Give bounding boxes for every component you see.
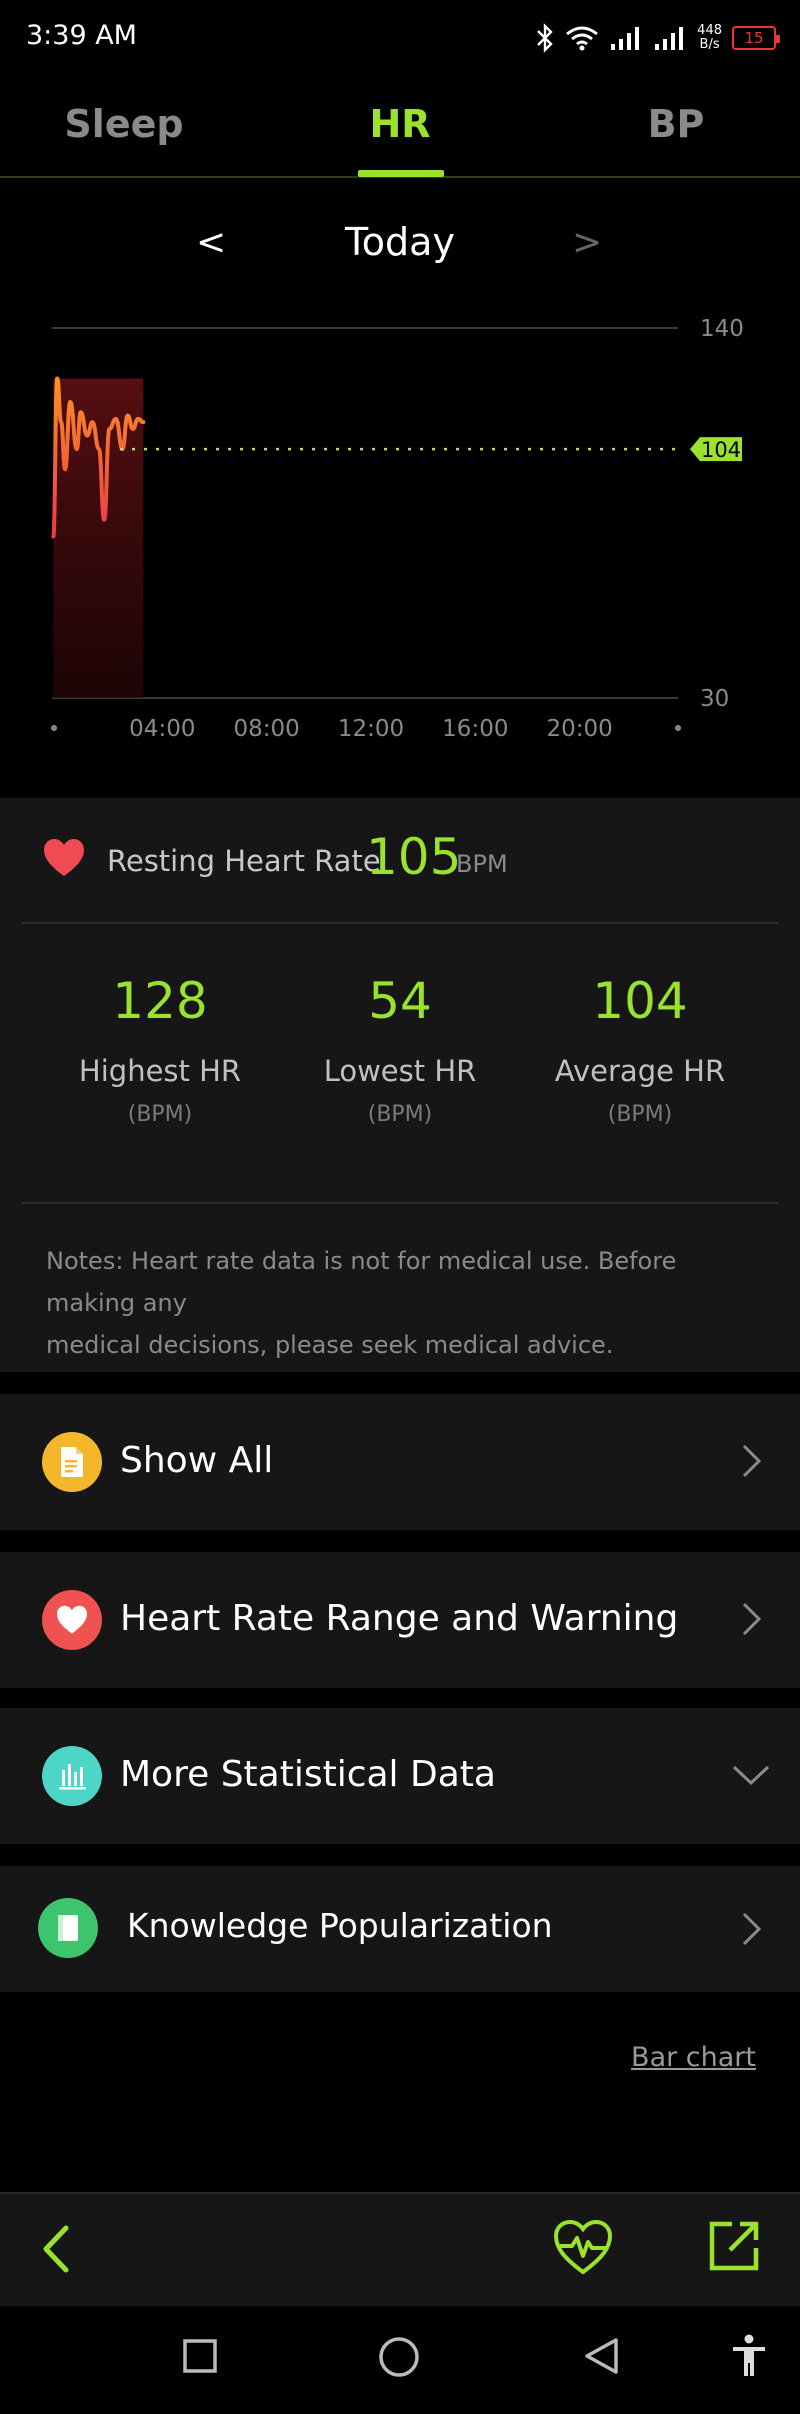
medical-notes: Notes: Heart rate data is not for medica… bbox=[46, 1240, 766, 1366]
average-reference-label: 104 bbox=[701, 438, 741, 462]
battery-icon: 15 bbox=[732, 26, 780, 50]
home-icon[interactable] bbox=[378, 2336, 420, 2378]
hr-summary-panel: Resting Heart Rate 105 BPM 128 Highest H… bbox=[0, 798, 800, 1372]
x-tick-label: 16:00 bbox=[442, 716, 508, 742]
chevron-right-icon bbox=[742, 1602, 762, 1636]
heart-icon bbox=[44, 839, 84, 876]
net-speed-unit: B/s bbox=[699, 37, 720, 52]
recent-apps-icon[interactable] bbox=[182, 2338, 218, 2374]
stat-average-hr: 104 Average HR (BPM) bbox=[520, 968, 760, 1127]
resting-hr-unit: BPM bbox=[456, 850, 508, 878]
system-navigation-bar bbox=[0, 2306, 800, 2414]
book-icon bbox=[38, 1898, 98, 1958]
net-speed: 448 B/s bbox=[697, 24, 722, 52]
bar-stats-icon bbox=[42, 1746, 102, 1806]
knowledge-popularization-row[interactable]: Knowledge Popularization bbox=[0, 1866, 800, 1992]
stat-value: 128 bbox=[112, 972, 208, 1030]
y-tick-label: 30 bbox=[700, 686, 729, 712]
share-export-icon[interactable] bbox=[706, 2218, 762, 2274]
row-title: Show All bbox=[120, 1440, 274, 1481]
bottom-action-bar bbox=[0, 2192, 800, 2306]
bluetooth-icon bbox=[537, 23, 553, 53]
bar-chart-link[interactable]: Bar chart bbox=[631, 2042, 756, 2073]
stat-unit: (BPM) bbox=[127, 1102, 193, 1127]
tab-active-indicator bbox=[358, 170, 444, 177]
resting-hr-value: 105 bbox=[366, 828, 462, 886]
notes-line: medical decisions, please seek medical a… bbox=[46, 1331, 614, 1359]
tab-bp[interactable]: BP bbox=[576, 102, 776, 146]
status-bar: 3:39 AM 448 B/s 15 bbox=[0, 0, 800, 80]
chevron-right-icon bbox=[742, 1444, 762, 1478]
tab-sleep[interactable]: Sleep bbox=[24, 102, 224, 146]
stat-highest-hr: 128 Highest HR (BPM) bbox=[40, 968, 280, 1127]
signal-icon-2 bbox=[655, 27, 684, 50]
chevron-right-icon bbox=[742, 1912, 762, 1946]
notes-line: Notes: Heart rate data is not for medica… bbox=[46, 1247, 677, 1317]
stat-lowest-hr: 54 Lowest HR (BPM) bbox=[280, 968, 520, 1127]
heart-pulse-icon[interactable] bbox=[552, 2218, 614, 2278]
net-speed-value: 448 bbox=[697, 23, 722, 38]
more-statistical-data-row[interactable]: More Statistical Data bbox=[0, 1708, 800, 1844]
y-tick-label: 140 bbox=[700, 316, 744, 342]
back-arrow-icon[interactable] bbox=[36, 2222, 76, 2276]
stat-value: 54 bbox=[368, 972, 432, 1030]
divider bbox=[22, 922, 778, 924]
status-time: 3:39 AM bbox=[26, 20, 137, 51]
heart-rate-range-row[interactable]: Heart Rate Range and Warning bbox=[0, 1552, 800, 1688]
resting-heart-rate: Resting Heart Rate 105 BPM bbox=[0, 798, 800, 922]
row-title: Knowledge Popularization bbox=[127, 1906, 553, 1945]
signal-icon bbox=[611, 27, 640, 50]
hr-stats: 128 Highest HR (BPM) 54 Lowest HR (BPM) … bbox=[0, 968, 800, 1138]
stat-name: Highest HR bbox=[78, 1054, 242, 1088]
stat-unit: (BPM) bbox=[607, 1102, 673, 1127]
x-tick-label: 12:00 bbox=[338, 716, 404, 742]
divider bbox=[22, 1202, 778, 1204]
stat-value: 104 bbox=[592, 972, 688, 1030]
wifi-icon bbox=[566, 26, 599, 51]
show-all-row[interactable]: Show All bbox=[0, 1394, 800, 1530]
stat-name: Average HR bbox=[554, 1054, 726, 1088]
document-icon bbox=[42, 1432, 102, 1492]
next-day-button[interactable]: > bbox=[572, 222, 602, 263]
tab-bar: Sleep HR BP bbox=[0, 80, 800, 178]
x-tick-label: 04:00 bbox=[129, 716, 195, 742]
x-tick-label: 20:00 bbox=[547, 716, 613, 742]
row-title: Heart Rate Range and Warning bbox=[120, 1598, 679, 1639]
previous-day-button[interactable]: < bbox=[196, 222, 226, 263]
resting-hr-label: Resting Heart Rate bbox=[107, 844, 381, 878]
status-icons: 448 B/s 15 bbox=[535, 20, 780, 56]
heart-icon bbox=[42, 1590, 102, 1650]
date-navigator: < Today > bbox=[0, 218, 800, 278]
x-axis-end-dot bbox=[675, 725, 681, 731]
accessibility-icon[interactable] bbox=[730, 2334, 768, 2378]
chevron-down-icon bbox=[732, 1765, 770, 1786]
back-triangle-icon[interactable] bbox=[582, 2336, 620, 2376]
x-axis-start-dot bbox=[51, 725, 57, 731]
row-title: More Statistical Data bbox=[120, 1754, 496, 1795]
tab-hr[interactable]: HR bbox=[300, 102, 500, 146]
x-tick-label: 08:00 bbox=[234, 716, 300, 742]
date-label: Today bbox=[345, 220, 455, 264]
stat-name: Lowest HR bbox=[323, 1054, 477, 1088]
heart-rate-chart: 140 30 04:00 08:00 12:00 16:00 20:00 104 bbox=[0, 300, 800, 760]
stat-unit: (BPM) bbox=[367, 1102, 433, 1127]
heart-rate-chart-svg: 140 30 04:00 08:00 12:00 16:00 20:00 104 bbox=[51, 316, 744, 742]
